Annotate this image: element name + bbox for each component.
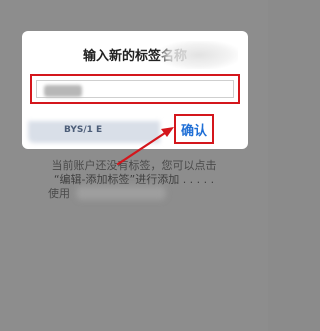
rename-tag-dialog: 输入新的标签名称 BYS/1 E xyxy=(22,31,248,149)
confirm-button-label: 确认 xyxy=(180,123,207,139)
empty-tags-message-line1: 当前账户还没有标签，您可以点击 xyxy=(51,159,217,172)
empty-tags-message-line3: 使用 xyxy=(48,187,70,200)
empty-tags-message-line2: “编辑-添加标签”进行添加 . . . . . xyxy=(53,173,215,186)
input-text-redaction xyxy=(44,85,82,97)
input-highlight-frame xyxy=(30,74,240,104)
blurred-background-text xyxy=(76,186,166,200)
confirm-button[interactable]: 确认 xyxy=(174,114,214,144)
title-scribble-overlay xyxy=(160,41,238,69)
dialog-footer-text: BYS/1 E xyxy=(64,125,103,135)
